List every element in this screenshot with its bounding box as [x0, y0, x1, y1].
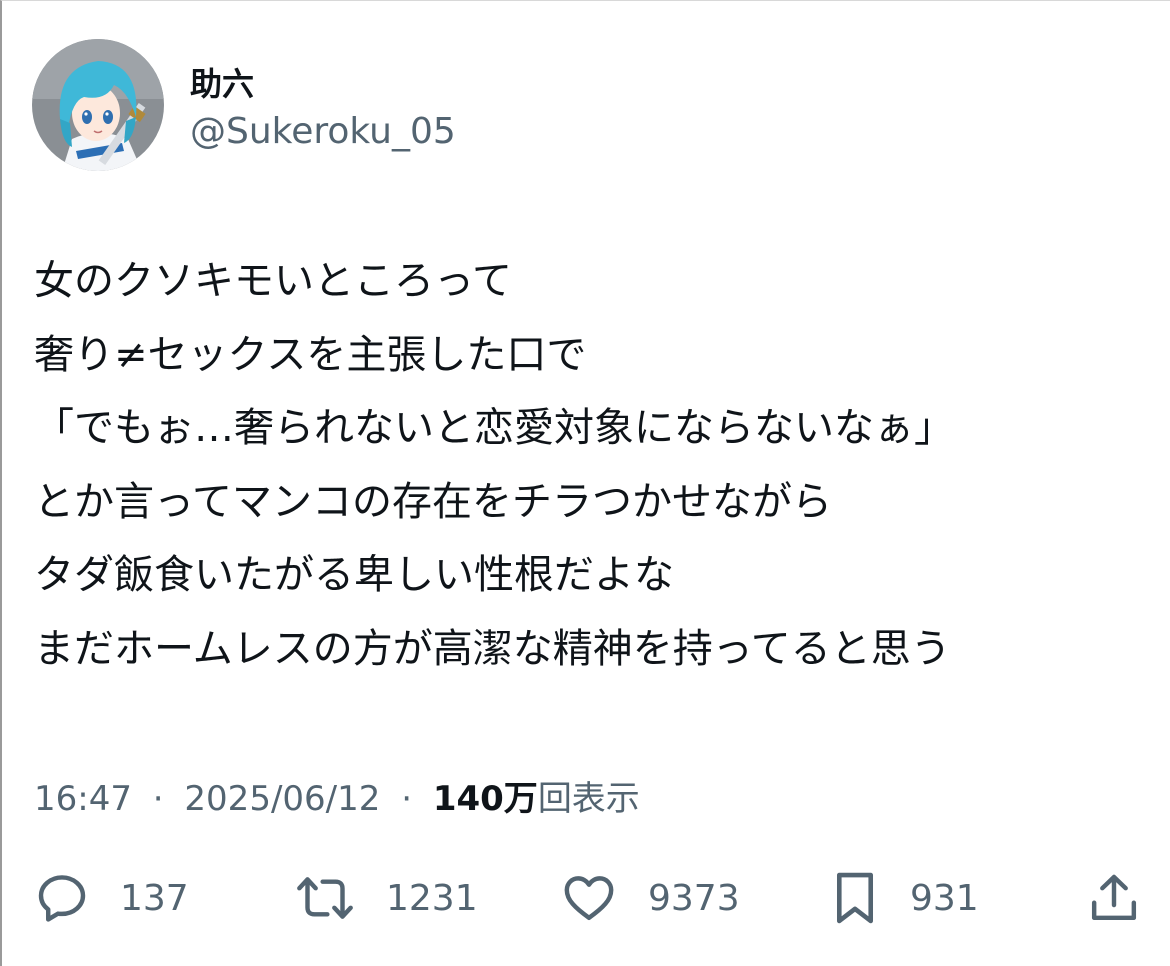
tweet-text-line: 奢り≠セックスを主張した口で — [34, 331, 587, 378]
like-count: 9373 — [648, 877, 740, 919]
like-button[interactable]: 9373 — [560, 865, 740, 931]
tweet-text-line: タダ飯食いたがる卑しい性根だよな — [34, 552, 674, 598]
views-label: 回表示 — [537, 779, 640, 819]
reply-icon — [38, 875, 86, 922]
tweet-text: 女のクソキモいところって 奢り≠セックスを主張した口で 「でもぉ…奢られないと恋… — [34, 245, 1154, 686]
retweet-button[interactable]: 1231 — [294, 865, 478, 931]
bookmark-button[interactable]: 931 — [830, 865, 979, 931]
avatar[interactable] — [32, 39, 164, 171]
author-handle[interactable]: @Sukeroku_05 — [190, 111, 456, 152]
action-bar: 137 1231 9373 931 — [2, 865, 1170, 931]
heart-icon — [564, 876, 614, 921]
tweet-date[interactable]: 2025/06/12 — [184, 779, 380, 819]
tweet-text-line: とか言ってマンコの存在をチラつかせながら — [34, 478, 832, 525]
retweet-count: 1231 — [386, 877, 478, 919]
meta-separator: · — [401, 779, 413, 819]
views-count: 140万 — [432, 779, 538, 819]
retweet-icon — [297, 877, 353, 919]
reply-button[interactable]: 137 — [34, 865, 189, 931]
meta-separator: · — [152, 779, 164, 819]
avatar-image — [32, 39, 164, 171]
tweet-text-line: 女のクソキモいところって — [34, 258, 512, 304]
tweet-text-line: 「でもぉ…奢られないと恋愛対象にならないなぁ」 — [34, 405, 954, 451]
bookmark-icon — [836, 872, 874, 924]
share-button[interactable] — [1086, 865, 1142, 931]
tweet-card: 助六 @Sukeroku_05 女のクソキモいところって 奢り≠セックスを主張し… — [0, 0, 1170, 966]
tweet-time[interactable]: 16:47 — [34, 779, 132, 819]
share-icon — [1091, 874, 1137, 921]
tweet-text-line: まだホームレスの方が高潔な精神を持ってると思う — [34, 625, 951, 672]
author-display-name[interactable]: 助六 — [190, 59, 254, 105]
tweet-meta: 16:47 · 2025/06/12 · 140万回表示 — [34, 771, 640, 820]
reply-count: 137 — [120, 877, 189, 919]
bookmark-count: 931 — [910, 877, 979, 919]
